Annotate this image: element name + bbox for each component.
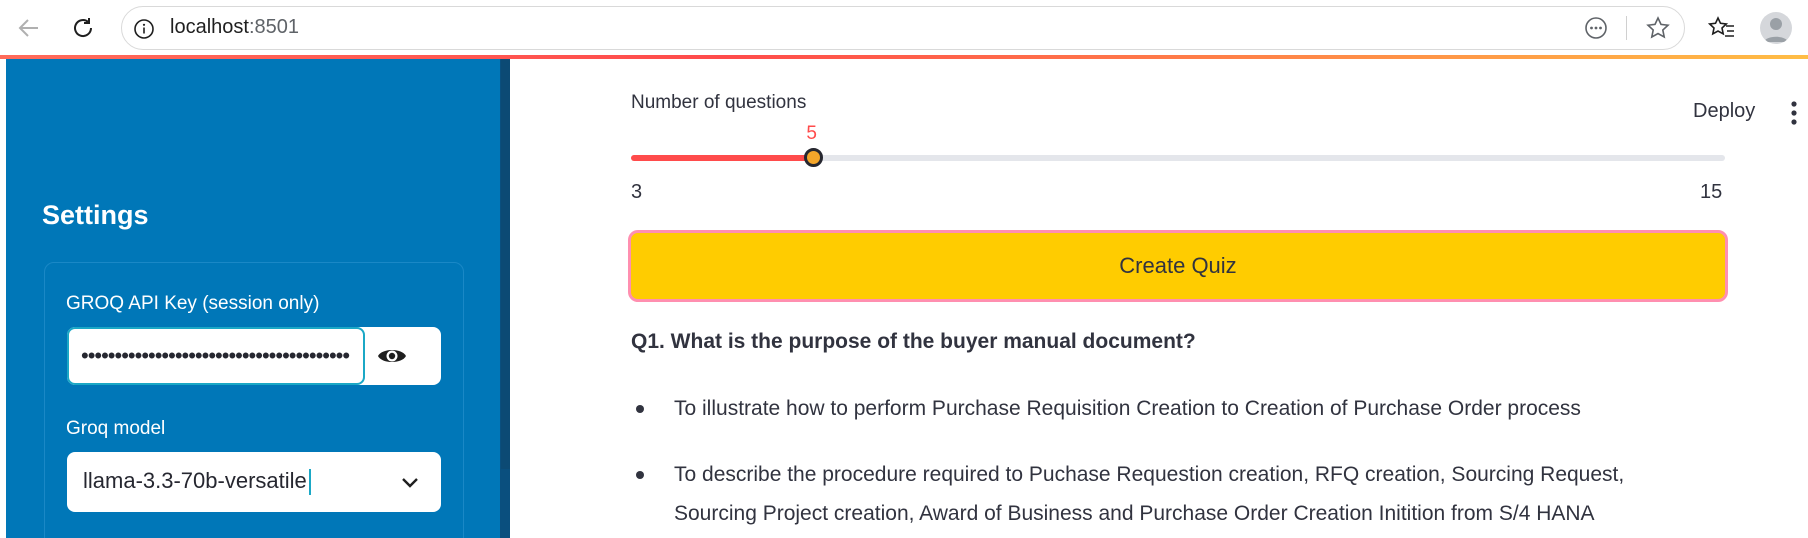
more-options-circle-icon[interactable] bbox=[1584, 16, 1608, 40]
model-select-value: llama-3.3-70b-versatile bbox=[83, 468, 311, 496]
text-cursor bbox=[308, 469, 311, 496]
slider-fill bbox=[631, 155, 814, 161]
url-port: :8501 bbox=[248, 16, 299, 38]
reload-button[interactable] bbox=[65, 10, 101, 46]
favorites-list-icon[interactable] bbox=[1708, 15, 1736, 41]
slider-current-value: 5 bbox=[806, 123, 817, 144]
back-button[interactable] bbox=[11, 10, 47, 46]
option-2[interactable]: To describe the procedure required to Pu… bbox=[674, 455, 1624, 494]
api-key-input[interactable]: •••••••••••••••••••••••••••••••••••••••• bbox=[67, 327, 365, 385]
model-value-text: llama-3.3-70b-versatile bbox=[83, 468, 307, 493]
api-key-value: •••••••••••••••••••••••••••••••••••••••• bbox=[81, 343, 350, 368]
url-text[interactable]: localhost:8501 bbox=[170, 16, 299, 39]
address-bar[interactable] bbox=[121, 6, 1685, 50]
option-bullet bbox=[636, 405, 644, 413]
chevron-down-icon[interactable] bbox=[398, 470, 422, 494]
slider-min-label: 3 bbox=[631, 181, 643, 203]
slider-max-label: 15 bbox=[1700, 181, 1723, 203]
question-text: Q1. What is the purpose of the buyer man… bbox=[631, 330, 1196, 353]
address-divider bbox=[1626, 16, 1627, 40]
option-1[interactable]: To illustrate how to perform Purchase Re… bbox=[674, 389, 1581, 428]
eye-icon bbox=[378, 350, 406, 362]
api-key-label: GROQ API Key (session only) bbox=[66, 293, 320, 314]
slider-label: Number of questions bbox=[631, 92, 807, 113]
main-menu-icon[interactable] bbox=[1790, 100, 1798, 126]
person-icon bbox=[1764, 18, 1788, 42]
browser-toolbar: localhost:8501 bbox=[0, 0, 1808, 56]
favorite-star-icon[interactable] bbox=[1645, 15, 1671, 41]
slider-track[interactable] bbox=[631, 155, 1725, 161]
settings-heading: Settings bbox=[42, 200, 149, 230]
sidebar-scrollbar[interactable] bbox=[501, 59, 510, 469]
option-bullet bbox=[636, 471, 644, 479]
create-quiz-button[interactable]: Create Quiz bbox=[628, 230, 1728, 302]
site-info-icon[interactable] bbox=[133, 18, 155, 40]
url-host: localhost bbox=[170, 16, 249, 38]
show-password-button[interactable] bbox=[372, 340, 412, 372]
profile-avatar[interactable] bbox=[1760, 12, 1792, 44]
reload-icon bbox=[74, 18, 93, 37]
deploy-button[interactable]: Deploy bbox=[1693, 100, 1755, 123]
back-arrow-icon bbox=[18, 19, 38, 37]
model-label: Groq model bbox=[66, 418, 166, 439]
slider-handle[interactable] bbox=[803, 148, 823, 167]
option-2-continued: Sourcing Project creation, Award of Busi… bbox=[674, 502, 1595, 525]
